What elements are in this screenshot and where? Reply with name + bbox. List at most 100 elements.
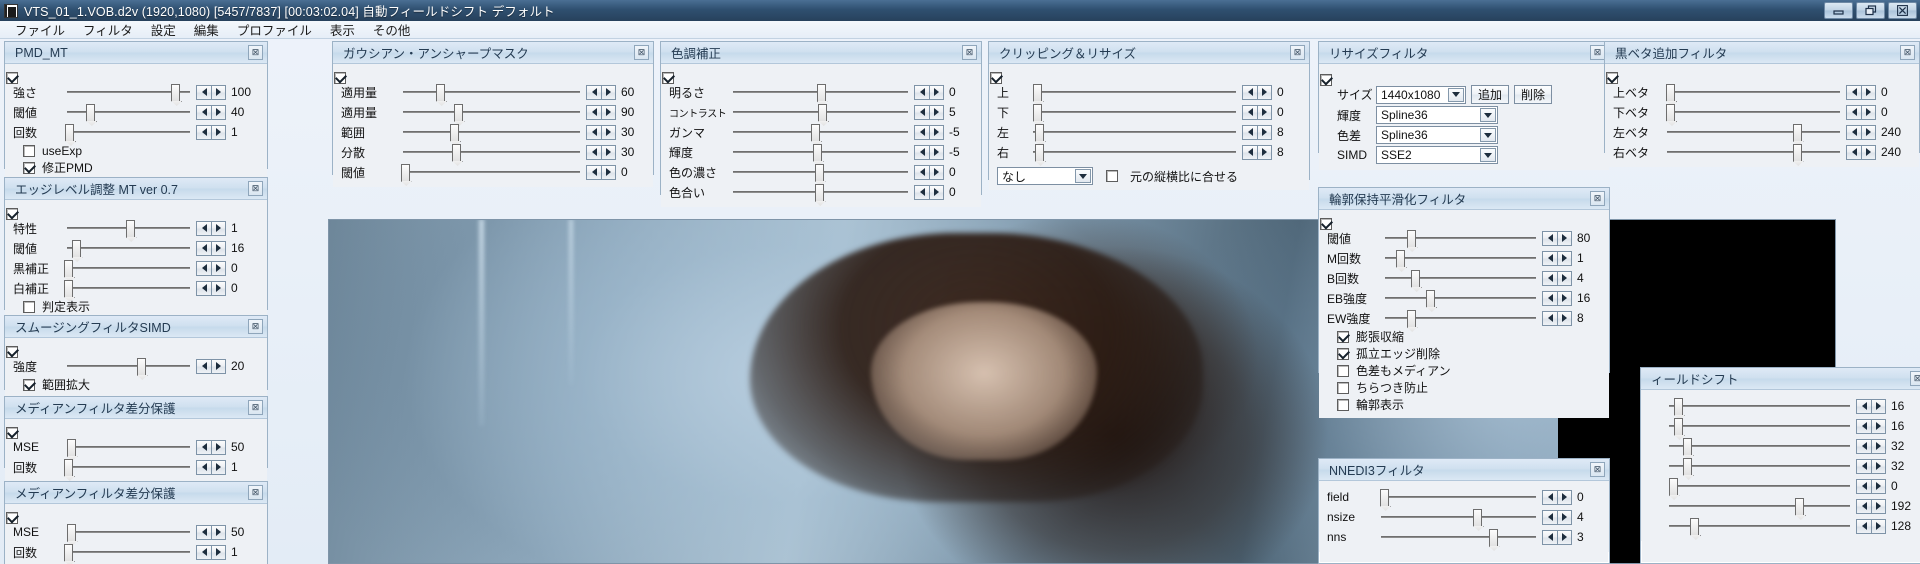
spinner-increment-button[interactable]	[211, 439, 226, 455]
slider-track-2[interactable]	[65, 123, 190, 141]
checkbox[interactable]	[23, 161, 35, 174]
slider-track-0[interactable]	[67, 219, 190, 237]
spinner-decrement-button[interactable]	[1846, 124, 1861, 140]
slider-track-2[interactable]	[1385, 269, 1536, 287]
checkbox-row[interactable]: 膨張収縮	[1327, 328, 1603, 345]
spinner-decrement-button[interactable]	[1542, 250, 1557, 266]
spinner-decrement-button[interactable]	[1542, 489, 1557, 505]
slider-track-4[interactable]	[400, 163, 580, 181]
spinner-increment-button[interactable]	[1871, 498, 1886, 514]
slider-thumb[interactable]	[811, 124, 821, 141]
spinner-increment-button[interactable]	[929, 104, 944, 120]
spinner-decrement-button[interactable]	[586, 124, 601, 140]
spinner-increment-button[interactable]	[211, 240, 226, 256]
checkbox-row[interactable]: useExp	[13, 142, 261, 159]
slider-thumb[interactable]	[86, 104, 96, 121]
spinner-decrement-button[interactable]	[196, 439, 211, 455]
spinner-increment-button[interactable]	[1257, 104, 1272, 120]
slider-track-0[interactable]	[66, 523, 190, 541]
spinner-increment-button[interactable]	[211, 280, 226, 296]
checkbox[interactable]	[1337, 347, 1349, 360]
slider-track-1[interactable]	[1033, 103, 1236, 121]
spinner-increment-button[interactable]	[1861, 84, 1876, 100]
checkbox-row[interactable]: 範囲拡大	[13, 376, 261, 393]
checkbox[interactable]	[23, 144, 35, 157]
spinner-increment-button[interactable]	[1557, 529, 1572, 545]
menu-filter[interactable]: フィルタ	[74, 19, 142, 40]
spinner-increment-button[interactable]	[601, 164, 616, 180]
slider-track-0[interactable]	[733, 83, 908, 101]
spinner-increment-button[interactable]	[929, 164, 944, 180]
checkbox-row[interactable]: ちらつき防止	[1327, 379, 1603, 396]
spinner-increment-button[interactable]	[1871, 438, 1886, 454]
spinner-increment-button[interactable]	[1257, 144, 1272, 160]
slider-thumb[interactable]	[1033, 104, 1043, 121]
slider-track-0[interactable]	[1033, 83, 1236, 101]
slider-thumb[interactable]	[65, 124, 75, 141]
spinner-decrement-button[interactable]	[1542, 529, 1557, 545]
slider-thumb[interactable]	[1488, 529, 1498, 546]
slider-thumb[interactable]	[1380, 489, 1390, 506]
spinner-decrement-button[interactable]	[1846, 104, 1861, 120]
slider-track-4[interactable]	[733, 163, 908, 181]
slider-track-3[interactable]	[1669, 457, 1850, 475]
slider-track-3[interactable]	[1385, 289, 1536, 307]
spinner-increment-button[interactable]	[929, 184, 944, 200]
spinner-decrement-button[interactable]	[196, 84, 211, 100]
panel-tone-correction-close-icon[interactable]: ⊠	[962, 45, 977, 60]
panel-gaussian-unsharp-close-icon[interactable]: ⊠	[634, 45, 649, 60]
spinner-decrement-button[interactable]	[1846, 84, 1861, 100]
spinner-increment-button[interactable]	[1557, 509, 1572, 525]
spinner-increment-button[interactable]	[1861, 124, 1876, 140]
resize-delete-button[interactable]: 削除	[1514, 85, 1553, 104]
spinner-increment-button[interactable]	[211, 544, 226, 560]
spinner-decrement-button[interactable]	[914, 144, 929, 160]
slider-track-2[interactable]	[1667, 123, 1840, 141]
slider-thumb[interactable]	[1683, 438, 1693, 455]
spinner-decrement-button[interactable]	[914, 124, 929, 140]
spinner-decrement-button[interactable]	[1542, 290, 1557, 306]
checkbox[interactable]	[1337, 330, 1349, 343]
spinner-decrement-button[interactable]	[1856, 518, 1871, 534]
checkbox[interactable]	[23, 378, 35, 391]
spinner-increment-button[interactable]	[1871, 518, 1886, 534]
slider-thumb[interactable]	[450, 124, 460, 141]
slider-track-0[interactable]	[1380, 488, 1536, 506]
spinner-increment-button[interactable]	[1871, 398, 1886, 414]
spinner-decrement-button[interactable]	[1856, 418, 1871, 434]
checkbox-row[interactable]: 色差もメディアン	[1327, 362, 1603, 379]
slider-thumb[interactable]	[64, 260, 74, 277]
spinner-increment-button[interactable]	[601, 84, 616, 100]
spinner-increment-button[interactable]	[601, 104, 616, 120]
slider-thumb[interactable]	[1683, 458, 1693, 475]
slider-thumb[interactable]	[71, 240, 81, 257]
panel-field-shift-close-icon[interactable]: ⊠	[1910, 371, 1920, 386]
slider-track-2[interactable]	[403, 123, 580, 141]
slider-track-2[interactable]	[1669, 437, 1850, 455]
spinner-increment-button[interactable]	[211, 220, 226, 236]
slider-thumb[interactable]	[1035, 144, 1045, 161]
spinner-decrement-button[interactable]	[196, 124, 211, 140]
slider-track-0[interactable]	[1385, 229, 1536, 247]
spinner-increment-button[interactable]	[1871, 418, 1886, 434]
slider-thumb[interactable]	[1411, 270, 1421, 287]
chevron-down-icon[interactable]	[1448, 87, 1464, 102]
checkbox-row[interactable]: 判定表示	[13, 298, 261, 315]
checkbox-row[interactable]: 孤立エッジ削除	[1327, 345, 1603, 362]
spinner-decrement-button[interactable]	[1856, 438, 1871, 454]
slider-track-2[interactable]	[1381, 528, 1536, 546]
panel-clipping-resize-close-icon[interactable]: ⊠	[1290, 45, 1305, 60]
spinner-increment-button[interactable]	[929, 124, 944, 140]
spinner-increment-button[interactable]	[211, 524, 226, 540]
spinner-increment-button[interactable]	[211, 459, 226, 475]
spinner-decrement-button[interactable]	[196, 459, 211, 475]
spinner-increment-button[interactable]	[211, 260, 226, 276]
menu-other[interactable]: その他	[364, 19, 420, 40]
panel-enable-checkbox[interactable]	[990, 72, 1002, 84]
slider-thumb[interactable]	[400, 164, 410, 181]
slider-track-1[interactable]	[1666, 103, 1840, 121]
slider-thumb[interactable]	[1666, 104, 1676, 121]
panel-edge-preserving-close-icon[interactable]: ⊠	[1590, 191, 1605, 206]
spinner-decrement-button[interactable]	[1856, 478, 1871, 494]
slider-track-0[interactable]	[403, 83, 580, 101]
